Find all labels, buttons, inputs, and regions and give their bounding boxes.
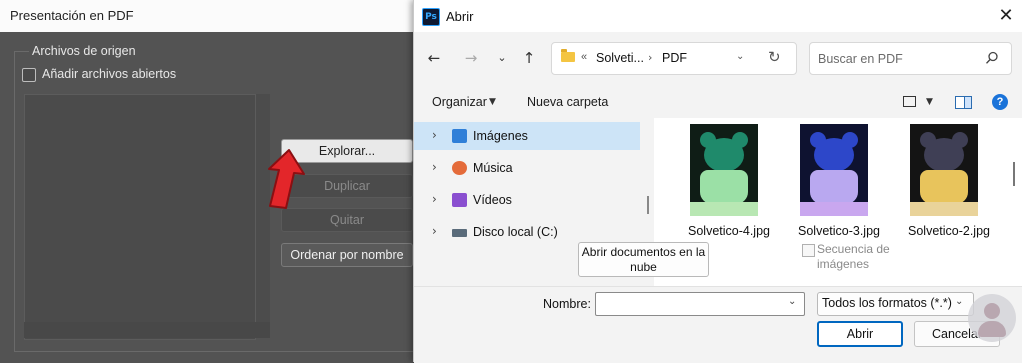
- thumbnail-floor: [910, 202, 978, 216]
- view-mode-icon[interactable]: [903, 96, 916, 107]
- file-item[interactable]: Solvetico-2.jpg: [874, 124, 990, 238]
- breadcrumb-solvetico[interactable]: Solveti...: [596, 51, 644, 65]
- folder-icon: [561, 49, 575, 62]
- bear-head: [704, 138, 744, 172]
- open-button[interactable]: Abrir: [817, 321, 903, 347]
- forward-arrow-icon[interactable]: →: [460, 46, 482, 70]
- expand-chevron-icon[interactable]: ›: [432, 128, 437, 142]
- refresh-icon[interactable]: ↻: [768, 48, 781, 66]
- file-item[interactable]: Solvetico-3.jpg: [764, 124, 880, 238]
- view-mode-dropdown-icon[interactable]: ▼: [926, 97, 933, 107]
- bear-head: [814, 138, 854, 172]
- recent-locations-chevron-icon[interactable]: ⌄: [491, 46, 513, 70]
- file-name: Solvetico-2.jpg: [908, 224, 990, 238]
- thumbnail-floor: [690, 202, 758, 216]
- close-icon[interactable]: ✕: [994, 4, 1018, 28]
- watermark-avatar-icon: [968, 294, 1016, 342]
- bear-shirt: [810, 170, 858, 204]
- expand-chevron-icon[interactable]: ›: [432, 224, 437, 238]
- tree-item-label: Imágenes: [473, 129, 528, 143]
- address-dropdown-chevron-icon[interactable]: ⌄: [736, 51, 744, 62]
- file-name-field[interactable]: [595, 292, 805, 316]
- file-list-scrollbar[interactable]: [1013, 162, 1015, 186]
- open-dialog-titlebar: Ps Abrir ✕: [414, 0, 1022, 32]
- bear-shirt: [700, 170, 748, 204]
- open-cloud-documents-button[interactable]: Abrir documentos en la nube: [578, 242, 709, 277]
- bear-shirt: [920, 170, 968, 204]
- breadcrumb-separator-icon[interactable]: ›: [648, 51, 652, 64]
- organize-menu[interactable]: Organizar: [432, 95, 487, 109]
- pictures-icon: [452, 129, 467, 143]
- tree-item-music[interactable]: › Música: [414, 154, 640, 182]
- bear-head: [924, 138, 964, 172]
- source-files-list[interactable]: [24, 94, 256, 340]
- tree-item-label: Disco local (C:): [473, 225, 558, 239]
- file-item[interactable]: Solvetico-4.jpg: [654, 124, 770, 238]
- photoshop-app-icon: Ps: [422, 8, 440, 26]
- file-name: Solvetico-4.jpg: [688, 224, 770, 238]
- file-name: Solvetico-3.jpg: [798, 224, 880, 238]
- file-type-value[interactable]: Todos los formatos (*.*): [822, 296, 952, 310]
- drive-icon: [452, 229, 467, 237]
- ps-dialog-title: Presentación en PDF: [10, 8, 134, 23]
- videos-icon: [452, 193, 467, 207]
- image-sequence-label: Secuencia de imágenes: [817, 242, 890, 271]
- file-name-label: Nombre:: [543, 297, 591, 311]
- source-list-scrollbar[interactable]: [256, 94, 270, 338]
- tree-item-label: Música: [473, 161, 513, 175]
- new-folder-button[interactable]: Nueva carpeta: [527, 95, 608, 109]
- thumbnail-floor: [800, 202, 868, 216]
- address-bar[interactable]: « Solveti... › PDF ⌄ ↻: [551, 42, 797, 75]
- up-arrow-icon[interactable]: ↑: [518, 46, 540, 70]
- image-thumbnail: [690, 124, 758, 216]
- organize-dropdown-icon[interactable]: ▼: [489, 97, 496, 107]
- image-thumbnail: [910, 124, 978, 216]
- tree-item-videos[interactable]: › Vídeos: [414, 186, 640, 214]
- file-name-history-chevron-icon[interactable]: ⌄: [788, 296, 796, 307]
- red-arrow-annotation-icon: [268, 149, 305, 209]
- breadcrumb-pdf[interactable]: PDF: [662, 51, 687, 65]
- source-files-label: Archivos de origen: [32, 44, 136, 58]
- sort-by-name-button[interactable]: Ordenar por nombre: [281, 243, 413, 267]
- search-input[interactable]: Buscar en PDF: [818, 52, 903, 66]
- image-thumbnail: [800, 124, 868, 216]
- add-open-files-label[interactable]: Añadir archivos abiertos: [42, 67, 176, 81]
- help-icon[interactable]: ?: [992, 94, 1008, 110]
- file-type-chevron-icon[interactable]: ⌄: [955, 296, 963, 307]
- expand-chevron-icon[interactable]: ›: [432, 192, 437, 206]
- search-icon[interactable]: [985, 51, 999, 65]
- music-icon: [452, 161, 467, 175]
- tree-item-pictures[interactable]: › Imágenes: [414, 122, 640, 150]
- breadcrumb-overflow[interactable]: «: [581, 51, 587, 63]
- tree-scrollbar[interactable]: [647, 196, 649, 214]
- source-list-hscroll[interactable]: [24, 322, 270, 338]
- back-arrow-icon[interactable]: ←: [423, 46, 445, 70]
- open-dialog-title: Abrir: [446, 9, 474, 24]
- expand-chevron-icon[interactable]: ›: [432, 160, 437, 174]
- preview-pane-icon[interactable]: [955, 96, 972, 109]
- search-box[interactable]: Buscar en PDF: [809, 42, 1012, 75]
- tree-item-label: Vídeos: [473, 193, 512, 207]
- image-sequence-checkbox[interactable]: [802, 244, 815, 257]
- add-open-files-checkbox[interactable]: [22, 68, 36, 82]
